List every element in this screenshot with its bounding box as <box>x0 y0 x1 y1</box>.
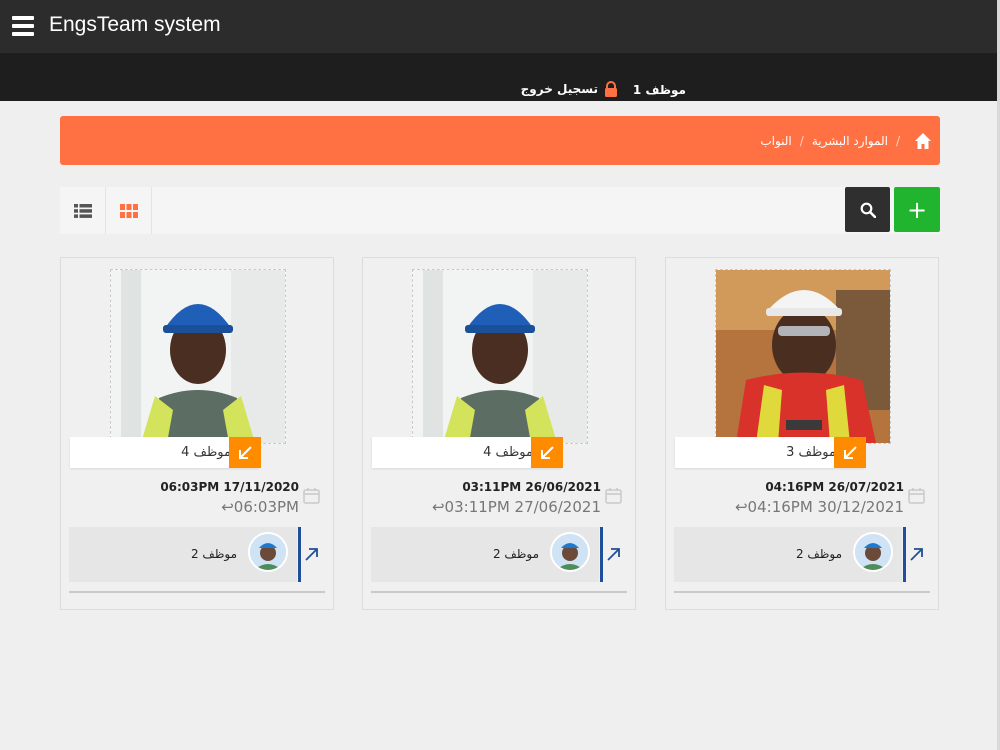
employee-photo <box>715 269 891 444</box>
breadcrumb-item-hr[interactable]: الموارد البشرية <box>812 134 888 148</box>
end-date: ↩03:11PM 27/06/2021 <box>373 498 601 516</box>
start-date: 06:03PM 17/11/2020 <box>160 480 299 494</box>
assignee-name: موظف 2 <box>492 547 539 561</box>
assignee-name: موظف 2 <box>795 547 842 561</box>
arrow-down-left-icon <box>541 445 554 459</box>
return-arrow-icon: ↩ <box>221 498 234 516</box>
arrow-down-left-icon <box>844 445 857 459</box>
end-date: ↩06:03PM <box>71 498 299 516</box>
add-button[interactable]: + <box>894 187 940 232</box>
assignee-accent-bar <box>600 527 603 582</box>
arrow-up-right-icon[interactable] <box>305 547 319 561</box>
lock-icon <box>605 81 617 97</box>
search-icon <box>860 202 876 218</box>
end-date-value: 03:11PM 27/06/2021 <box>444 498 601 516</box>
end-date: ↩04:16PM 30/12/2021 <box>676 498 904 516</box>
deputy-card[interactable]: موظف 4 03:11PM 26/06/2021 ↩03:11PM 27/06… <box>362 257 636 610</box>
list-view-button[interactable] <box>60 187 106 234</box>
end-date-value: 06:03PM <box>233 498 299 516</box>
swap-button[interactable] <box>834 437 866 468</box>
start-date: 04:16PM 26/07/2021 <box>765 480 904 494</box>
swap-button[interactable] <box>531 437 563 468</box>
card-divider <box>674 591 930 593</box>
arrow-up-right-icon[interactable] <box>607 547 621 561</box>
breadcrumb-separator: / <box>895 133 900 148</box>
deputy-card[interactable]: موظف 3 04:16PM 26/07/2021 ↩04:16PM 30/12… <box>665 257 939 610</box>
avatar <box>550 532 590 572</box>
grid-view-icon <box>119 203 138 218</box>
top-app-bar: EngsTeam system <box>0 0 1000 53</box>
start-date: 03:11PM 26/06/2021 <box>462 480 601 494</box>
return-arrow-icon: ↩ <box>734 498 748 516</box>
grid-view-button[interactable] <box>106 187 152 234</box>
breadcrumb: / الموارد البشرية / النواب <box>60 116 940 165</box>
calendar-icon <box>303 488 320 504</box>
card-divider <box>69 591 325 593</box>
toolbar: + <box>60 187 940 234</box>
employee-photo <box>412 269 588 444</box>
assignee-accent-bar <box>298 527 301 582</box>
app-title: EngsTeam system <box>49 13 221 36</box>
logout-button[interactable]: تسجيل خروج <box>480 81 618 97</box>
employee-photo <box>110 269 286 444</box>
arrow-down-left-icon <box>239 445 252 459</box>
employee-name-label: موظف 3 <box>786 445 836 460</box>
plus-icon: + <box>906 195 928 224</box>
employee-name-label: موظف 4 <box>483 445 533 460</box>
search-button[interactable] <box>845 187 890 232</box>
arrow-up-right-icon[interactable] <box>910 547 924 561</box>
avatar <box>248 532 288 572</box>
deputy-card[interactable]: موظف 4 06:03PM 17/11/2020 ↩06:03PM موظف … <box>60 257 334 610</box>
card-divider <box>371 591 627 593</box>
home-icon[interactable] <box>914 132 932 150</box>
breadcrumb-item-deputies: النواب <box>760 133 792 148</box>
assignee-name: موظف 2 <box>190 547 237 561</box>
assignee-accent-bar <box>903 527 906 582</box>
swap-button[interactable] <box>229 437 261 468</box>
logout-label: تسجيل خروج <box>520 82 598 96</box>
breadcrumb-separator: / <box>799 133 804 148</box>
list-view-icon <box>73 203 92 218</box>
calendar-icon <box>605 488 622 504</box>
hamburger-icon[interactable] <box>12 16 34 36</box>
return-arrow-icon: ↩ <box>431 498 445 516</box>
avatar <box>853 532 893 572</box>
calendar-icon <box>908 488 925 504</box>
employee-name-label: موظف 4 <box>181 445 231 460</box>
end-date-value: 04:16PM 30/12/2021 <box>747 498 904 516</box>
